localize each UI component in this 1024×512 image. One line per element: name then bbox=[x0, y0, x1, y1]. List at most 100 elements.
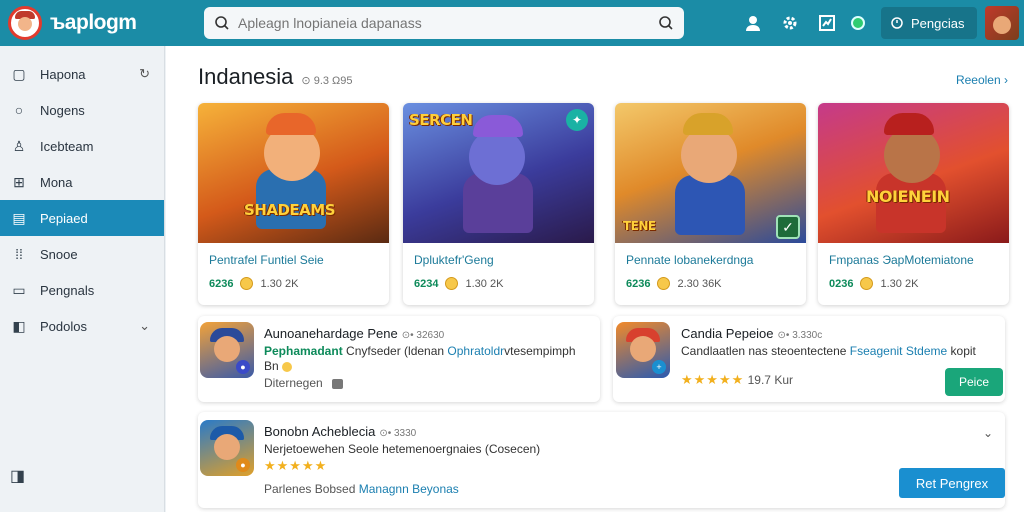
section-meta: ⊙ 9.3 Ω95 bbox=[301, 75, 353, 87]
app-name: ъaplogm bbox=[50, 11, 137, 34]
game-art-image: SERCEN ✦ bbox=[403, 103, 594, 243]
game-art-image: TENE ✓ bbox=[615, 103, 806, 243]
box-icon: ◧ bbox=[12, 317, 26, 334]
sidebar-item-label: Podolos bbox=[40, 318, 87, 334]
see-all-link[interactable]: Reeolen › bbox=[956, 73, 1008, 87]
verified-icon: ✓ bbox=[776, 215, 800, 239]
highlight-text: Pephamadant bbox=[264, 344, 343, 358]
sidebar-item-label: Nogens bbox=[40, 102, 85, 118]
app-thumbnail: ● bbox=[200, 322, 254, 378]
sidebar-item-pengnals[interactable]: ▭ Pengnals bbox=[0, 272, 164, 308]
list-item-meta: ⊙• 3.330c bbox=[777, 330, 823, 341]
sidebar-item-label: Pepiaed bbox=[40, 210, 88, 226]
emoji-icon bbox=[240, 277, 254, 290]
game-card[interactable]: SHADEAMS Pentrafel Funtiel Seie 6236 1.3… bbox=[198, 103, 389, 305]
sidebar-item-snooe[interactable]: ⁞⁞ Snooe bbox=[0, 236, 164, 272]
clock-icon bbox=[891, 17, 903, 29]
link-text[interactable]: Fseagenit Stdeme bbox=[850, 344, 947, 358]
list-item[interactable]: ● Bonobn Acheblecia ⊙• 3330 Nerjetoewehen… bbox=[198, 412, 1005, 508]
description-text: Cnyfseder (ldenan bbox=[342, 344, 448, 358]
description-text: kopit bbox=[947, 344, 976, 358]
sidebar-item-label: Icebteam bbox=[40, 138, 94, 154]
list-item-subtext: Diternegen bbox=[264, 376, 323, 390]
collapse-sidebar-icon[interactable]: ◨ bbox=[10, 466, 25, 486]
list-item[interactable]: + Candia Pepeioe ⊙• 3.330c Candlaatlen na… bbox=[613, 316, 1005, 402]
rating-count: 19.7 Kur bbox=[747, 373, 793, 387]
emoji-icon bbox=[860, 277, 874, 290]
game-card[interactable]: TENE ✓ Pennate lobanekerdnga 6236 2.30 3… bbox=[615, 103, 806, 305]
emoji-icon bbox=[282, 361, 293, 372]
game-art-text: TENE bbox=[623, 219, 656, 233]
sidebar-item-podolos[interactable]: ◧ Podolos ⌄ bbox=[0, 308, 164, 344]
list-item[interactable]: ● Aunoanehardage Pene ⊙• 32630 Pephamadan… bbox=[198, 316, 600, 402]
sidebar-item-icebteam[interactable]: ♙ Icebteam bbox=[0, 128, 164, 164]
game-card[interactable]: SERCEN ✦ Dpluktefr'Geng 6234 1.30 2K bbox=[403, 103, 594, 305]
top-action-label: Pengcias bbox=[911, 15, 965, 31]
square-frame-icon: ▢ bbox=[12, 65, 26, 82]
list-item-title: Bonobn Acheblecia bbox=[264, 424, 376, 439]
sidebar-item-label: Mona bbox=[40, 174, 73, 190]
search-bar[interactable] bbox=[204, 7, 684, 39]
search-input[interactable] bbox=[238, 15, 658, 31]
refresh-icon[interactable]: ↻ bbox=[139, 66, 150, 82]
sidebar-item-label: Snooe bbox=[40, 246, 78, 262]
description-text: Bn bbox=[264, 359, 279, 373]
game-count: 1.30 2K bbox=[465, 277, 504, 290]
grid-dots-icon: ⁞⁞ bbox=[15, 246, 23, 262]
emoji-icon bbox=[657, 277, 671, 290]
game-price: 6236 bbox=[209, 277, 234, 290]
description-text: Candlaatlen nas steoentectene bbox=[681, 344, 850, 358]
window-icon: ▭ bbox=[12, 281, 26, 298]
game-card[interactable]: NOIENEIN Fmpanas ЭapMotemiatone 0236 1.3… bbox=[818, 103, 1009, 305]
user-avatar[interactable] bbox=[985, 6, 1019, 40]
description-text: Nerjetoewehen Seole hetemenoergnaies (Co… bbox=[264, 442, 541, 456]
app-thumbnail: ● bbox=[200, 420, 254, 476]
sidebar-item-pepiaed[interactable]: ▤ Pepiaed bbox=[0, 200, 164, 236]
badge-icon: ● bbox=[236, 458, 250, 472]
game-art-text: NOIENEIN bbox=[866, 187, 950, 206]
sidebar-item-label: Pengnals bbox=[40, 282, 95, 298]
list-item-title: Candia Pepeioe bbox=[681, 326, 774, 341]
user-icon[interactable] bbox=[740, 10, 766, 36]
tag-icon: ✦ bbox=[566, 109, 588, 131]
online-status-icon bbox=[851, 16, 865, 30]
sidebar-item-nogens[interactable]: ○ Nogens bbox=[0, 92, 164, 128]
settings-icon[interactable] bbox=[777, 10, 803, 36]
chevron-down-icon[interactable]: ⌄ bbox=[139, 318, 150, 334]
link-text[interactable]: Ophratoldr bbox=[447, 344, 504, 358]
search-submit-icon[interactable] bbox=[658, 15, 674, 31]
chevron-down-icon[interactable]: ⌄ bbox=[983, 426, 993, 440]
rating-stars: ★★★★★ bbox=[681, 372, 745, 387]
publisher-link[interactable]: Managnn Beyonas bbox=[359, 482, 459, 496]
section-header: Indanesia ⊙ 9.3 Ω95 Reeolen › bbox=[198, 64, 1008, 90]
game-title: Pentrafel Funtiel Seie bbox=[209, 253, 324, 267]
game-title: Pennate lobanekerdnga bbox=[626, 253, 754, 267]
game-price: 0236 bbox=[829, 277, 854, 290]
rating-stars: ★★★★★ bbox=[264, 458, 328, 473]
add-icon: + bbox=[652, 360, 666, 374]
list-item-meta: ⊙• 32630 bbox=[401, 330, 445, 341]
emoji-icon bbox=[445, 277, 459, 290]
sidebar-item-mona[interactable]: ⊞ Mona bbox=[0, 164, 164, 200]
publisher-text: Parlenes Bobsed bbox=[264, 482, 359, 496]
game-count: 1.30 2K bbox=[880, 277, 919, 290]
app-logo[interactable]: ъaplogm bbox=[8, 6, 194, 40]
sidebar-item-hapona[interactable]: ▢ Hapona ↻ bbox=[0, 56, 164, 92]
game-art-text: SERCEN bbox=[409, 111, 473, 129]
app-thumbnail: + bbox=[616, 322, 670, 378]
game-title: Fmpanas ЭapMotemiatone bbox=[829, 253, 974, 267]
game-price: 6236 bbox=[626, 277, 651, 290]
description-text: vtesempimph bbox=[504, 344, 576, 358]
chart-icon[interactable] bbox=[814, 10, 840, 36]
game-count: 2.30 36K bbox=[677, 277, 722, 290]
top-bar: ъaplogm Pengcias bbox=[0, 0, 1024, 46]
user-outline-icon: ♙ bbox=[12, 137, 26, 154]
game-count: 1.30 2K bbox=[260, 277, 299, 290]
game-title: Dpluktefr'Geng bbox=[414, 253, 494, 267]
primary-action-button[interactable]: Ret Pengrex bbox=[899, 468, 1005, 498]
game-art-image: SHADEAMS bbox=[198, 103, 389, 243]
search-icon bbox=[215, 16, 229, 30]
top-action-button[interactable]: Pengcias bbox=[881, 7, 977, 39]
install-button[interactable]: Peice bbox=[945, 368, 1003, 396]
sidebar: ▢ Hapona ↻ ○ Nogens ♙ Icebteam ⊞ Mona ▤ … bbox=[0, 46, 165, 512]
